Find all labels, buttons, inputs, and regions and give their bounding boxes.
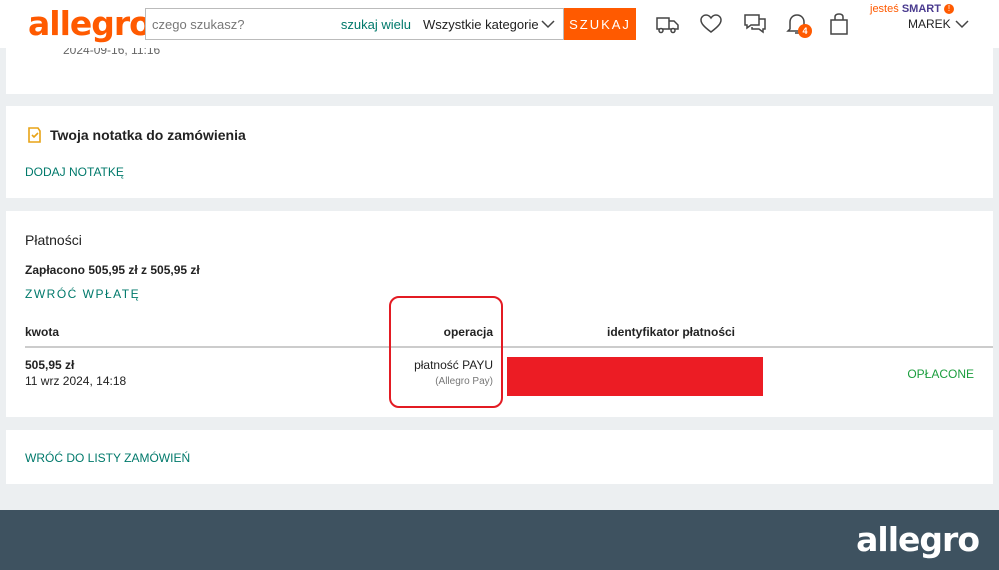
footer-logo: allegro	[856, 520, 980, 559]
smart-prefix: jesteś	[870, 3, 899, 15]
footer: allegro	[0, 510, 999, 570]
search-many-link[interactable]: szukaj wielu	[341, 17, 411, 32]
shopping-bag-icon[interactable]	[826, 12, 852, 36]
order-note-card: Twoja notatka do zamówienia DODAJ NOTATK…	[6, 106, 993, 198]
back-card: WRÓĆ DO LISTY ZAMÓWIEŃ	[6, 430, 993, 484]
refund-link[interactable]: ZWRÓĆ WPŁATĘ	[25, 287, 140, 301]
heart-icon[interactable]	[698, 12, 724, 36]
search-box: szukaj wielu	[145, 8, 418, 40]
payment-status: OPŁACONE	[907, 367, 974, 381]
smart-alert-icon: !	[943, 4, 954, 15]
search-input[interactable]	[146, 9, 346, 39]
payments-title: Płatności	[25, 232, 82, 248]
note-icon	[28, 127, 41, 143]
user-menu[interactable]: MAREK	[908, 17, 951, 31]
bell-icon[interactable]: 4	[784, 12, 812, 38]
smart-badge[interactable]: jesteś SMART !	[870, 3, 954, 15]
allegro-logo[interactable]: allegro	[28, 4, 152, 43]
category-select[interactable]: Wszystkie kategorie	[417, 8, 564, 40]
payment-amount: 505,95 zł	[25, 358, 75, 372]
category-select-value: Wszystkie kategorie	[423, 17, 539, 32]
column-header-payment-id: identyfikator płatności	[606, 325, 736, 339]
redacted-payment-id	[507, 357, 763, 396]
column-header-amount: kwota	[25, 325, 60, 339]
table-divider	[25, 346, 993, 348]
operation-highlight-box	[389, 296, 503, 408]
search-button[interactable]: SZUKAJ	[564, 8, 636, 40]
paid-summary: Zapłacono 505,95 zł z 505,95 zł	[25, 263, 200, 277]
back-to-orders-link[interactable]: WRÓĆ DO LISTY ZAMÓWIEŃ	[25, 451, 190, 465]
delivery-truck-icon[interactable]	[654, 12, 680, 36]
chevron-down-icon[interactable]	[955, 17, 969, 31]
note-title: Twoja notatka do zamówienia	[50, 127, 246, 143]
top-header: allegro szukaj wielu Wszystkie kategorie…	[0, 0, 999, 48]
payment-date: 11 wrz 2024, 14:18	[25, 374, 127, 388]
notification-badge: 4	[798, 24, 812, 38]
add-note-link[interactable]: DODAJ NOTATKĘ	[25, 165, 124, 179]
chevron-down-icon	[541, 20, 555, 29]
messages-icon[interactable]	[742, 12, 768, 36]
smart-label: SMART	[901, 3, 941, 15]
